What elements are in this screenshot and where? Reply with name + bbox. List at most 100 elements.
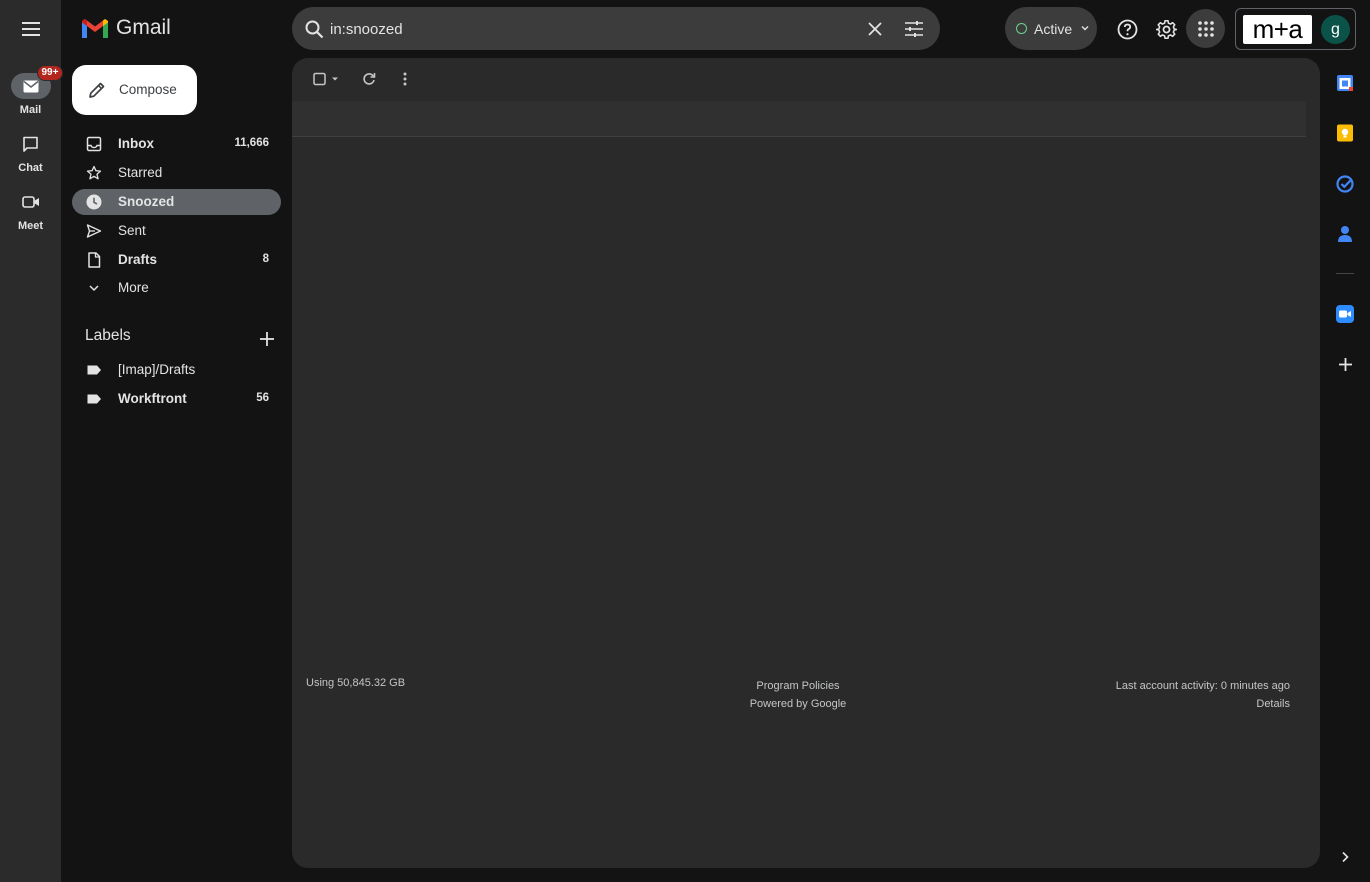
keep-app-button[interactable] [1334,122,1356,144]
main-menu-button[interactable] [12,10,49,47]
settings-button[interactable] [1153,16,1179,42]
tasks-icon [1336,175,1354,193]
contacts-icon [1338,226,1352,242]
hamburger-icon [21,21,40,36]
create-label-button[interactable] [254,326,280,352]
labels-heading: Labels [85,327,131,344]
label-name: [Imap]/Drafts [118,362,196,377]
nav-item-sent[interactable]: Sent [72,218,281,244]
search-options-button[interactable] [901,16,927,42]
nav-label: Drafts [118,252,158,267]
help-button[interactable] [1114,16,1140,42]
nav-item-more[interactable]: More [72,275,281,301]
rail-label-mail: Mail [19,104,42,116]
label-name: Workftront [118,391,187,406]
message-list-panel: Using 50,845.32 GB Program Policies Powe… [292,58,1320,868]
rail-label-chat: Chat [18,162,43,174]
program-policies-link[interactable]: Program Policies [748,677,848,695]
refresh-button[interactable] [356,66,382,92]
add-icon [1338,357,1352,371]
draft-icon [88,252,101,268]
nav-label: Starred [118,165,163,180]
list-header-strip [292,101,1306,137]
select-all-checkbox[interactable] [304,66,344,92]
keep-icon [1337,124,1353,142]
gmail-logo[interactable]: Gmail [80,16,171,40]
list-toolbar [292,58,1320,100]
get-addons-button[interactable] [1334,353,1356,375]
clear-search-button[interactable] [862,16,888,42]
last-activity-text: Last account activity: 0 minutes ago [1115,680,1290,692]
compose-button[interactable]: Compose [72,65,197,115]
details-link[interactable]: Details [1116,695,1290,713]
clock-icon [86,194,102,210]
rail-icon-wrap [11,189,51,215]
nav-label: Snoozed [118,194,175,209]
search-input[interactable] [330,17,850,41]
label-item-imap-drafts[interactable]: [Imap]/Drafts [72,357,281,383]
nav-item-inbox[interactable]: Inbox 11,666 [72,131,281,157]
more-options-button[interactable] [392,66,418,92]
chat-icon [23,136,38,152]
contacts-app-button[interactable] [1334,223,1356,245]
inbox-icon [86,136,102,152]
nav-item-drafts[interactable]: Drafts 8 [72,247,281,273]
video-camera-icon [21,196,39,208]
status-label: Active [1034,21,1073,37]
compose-label: Compose [119,82,177,97]
nav-item-snoozed[interactable]: Snoozed [72,189,281,215]
label-tag-icon [87,365,101,375]
rail-item-chat[interactable]: Chat [0,131,61,174]
rail-label-meet: Meet [17,220,44,232]
label-count: 56 [256,392,269,404]
search-button[interactable] [302,17,326,41]
google-apps-button[interactable] [1186,9,1225,48]
rail-icon-wrap: 99+ [10,65,64,99]
refresh-icon [363,73,376,85]
search-bar [292,7,940,50]
label-item-workftront[interactable]: Workftront 56 [72,386,281,412]
search-icon [305,20,323,38]
calendar-icon [1337,75,1353,91]
zoom-icon [1336,305,1354,323]
powered-by-text: Powered by Google [749,698,847,710]
account-activity: Last account activity: 0 minutes ago Det… [1116,677,1290,713]
calendar-app-button[interactable] [1334,72,1356,94]
mail-icon [23,80,38,92]
status-dot-icon [1016,23,1027,34]
pencil-icon [89,82,105,98]
rail-item-mail[interactable]: 99+ Mail [0,65,64,116]
mail-unread-badge: 99+ [36,65,64,81]
chevron-down-icon [1081,26,1089,31]
chevron-down-icon [89,285,99,292]
status-selector[interactable]: Active [1005,7,1097,50]
checkbox-icon [313,72,338,86]
zoom-addon-button[interactable] [1334,303,1356,325]
organization-logo: m+a [1243,15,1312,44]
gmail-wordmark: Gmail [116,16,171,39]
app-rail: 99+ Mail Chat Meet [0,0,64,882]
gmail-m-icon [82,18,108,38]
label-tag-icon [87,394,101,404]
tasks-app-button[interactable] [1334,173,1356,195]
rail-icon-wrap [11,131,51,157]
nav-label: Inbox [118,136,154,151]
close-icon [868,22,882,36]
expand-side-panel-button[interactable] [1334,846,1356,868]
tune-icon [905,21,923,37]
more-vert-icon [403,72,407,86]
help-icon [1117,19,1137,39]
star-icon [86,165,102,180]
footer-links: Program Policies Powered by Google [748,677,848,713]
avatar: g [1321,15,1350,44]
account-switcher[interactable]: m+a g [1235,8,1356,50]
nav-label: Sent [118,223,146,238]
send-icon [86,224,102,238]
nav-count: 11,666 [234,137,269,149]
nav-count: 8 [262,253,269,265]
nav-item-starred[interactable]: Starred [72,160,281,186]
apps-grid-icon [1197,20,1214,37]
side-panel-divider [1336,273,1354,274]
rail-item-meet[interactable]: Meet [0,189,61,232]
gear-icon [1155,19,1177,39]
